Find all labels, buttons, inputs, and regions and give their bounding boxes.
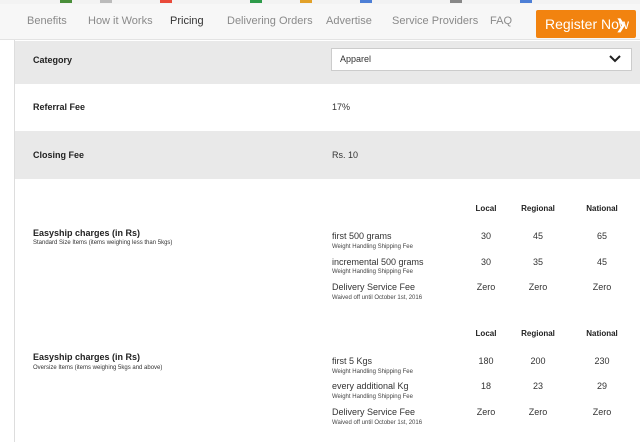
standard-cell-national: 45 [596, 257, 607, 267]
oversize-row-sub: Weight Handling Shipping Fee [332, 369, 413, 375]
referral-fee-label: Referral Fee [33, 102, 86, 112]
oversize-cell-local: 180 [478, 356, 494, 366]
standard-cell-national: 65 [596, 231, 607, 241]
standard-cell-local: 30 [480, 257, 491, 267]
oversize-row-sub: Weight Handling Shipping Fee [332, 394, 413, 400]
category-select[interactable]: Apparel [331, 48, 632, 71]
nav-pricing[interactable]: Pricing [170, 15, 204, 27]
col-header-regional: Regional [521, 329, 555, 338]
col-header-local: Local [475, 329, 497, 338]
register-now-button[interactable]: Register Now ❯ [536, 10, 636, 38]
oversize-row-name: Delivery Service Fee [332, 407, 416, 417]
oversize-cell-local: 18 [480, 381, 491, 391]
standard-row-sub: Weight Handling Shipping Fee [332, 244, 413, 250]
category-select-value: Apparel [340, 54, 372, 64]
standard-cell-national: Zero [592, 282, 612, 292]
oversize-cell-national: 29 [596, 381, 607, 391]
easyship-oversize-subtitle: Oversize Items (items weighing 5kgs and … [33, 365, 163, 371]
easyship-standard-subtitle: Standard Size Items (items weighing less… [33, 240, 173, 246]
oversize-cell-national: 230 [594, 356, 610, 366]
nav-benefits[interactable]: Benefits [27, 15, 67, 27]
standard-cell-local: 30 [480, 231, 491, 241]
chevron-down-icon [609, 55, 621, 63]
standard-cell-regional: 45 [532, 231, 543, 241]
standard-cell-regional: 35 [532, 257, 543, 267]
oversize-cell-national: Zero [592, 407, 612, 417]
nav-delivering-orders[interactable]: Delivering Orders [227, 15, 313, 27]
oversize-cell-regional: 200 [530, 356, 546, 366]
standard-row-name: incremental 500 grams [332, 257, 424, 267]
oversize-row-name: first 5 Kgs [332, 356, 373, 366]
standard-row-name: Delivery Service Fee [332, 282, 416, 292]
standard-cell-local: Zero [476, 282, 496, 292]
easyship-oversize-title: Easyship charges (in Rs) [33, 352, 141, 362]
top-nav: Benefits How it Works Pricing Delivering… [0, 4, 640, 40]
category-label: Category [33, 55, 73, 65]
standard-row-name: first 500 grams [332, 231, 392, 241]
closing-fee-value: Rs. 10 [332, 150, 359, 160]
oversize-row-sub: Waived off until October 1st, 2016 [332, 420, 423, 426]
content-left-border [14, 40, 15, 442]
oversize-cell-local: Zero [476, 407, 496, 417]
standard-cell-regional: Zero [528, 282, 548, 292]
nav-service-providers[interactable]: Service Providers [392, 15, 478, 27]
referral-fee-value: 17% [332, 102, 351, 112]
standard-row-sub: Waived off until October 1st, 2016 [332, 295, 423, 301]
col-header-national: National [586, 329, 618, 338]
nav-advertise[interactable]: Advertise [326, 15, 372, 27]
oversize-row-name: every additional Kg [332, 381, 409, 391]
easyship-standard-title: Easyship charges (in Rs) [33, 228, 141, 238]
standard-row-sub: Weight Handling Shipping Fee [332, 269, 413, 275]
chevron-right-icon: ❯ [615, 16, 627, 32]
oversize-cell-regional: Zero [528, 407, 548, 417]
closing-fee-row [15, 131, 640, 179]
col-header-regional: Regional [521, 204, 555, 213]
col-header-local: Local [475, 204, 497, 213]
oversize-cell-regional: 23 [532, 381, 543, 391]
col-header-national: National [586, 204, 618, 213]
nav-how-it-works[interactable]: How it Works [88, 15, 153, 27]
nav-faq[interactable]: FAQ [490, 15, 512, 27]
closing-fee-label: Closing Fee [33, 150, 85, 160]
